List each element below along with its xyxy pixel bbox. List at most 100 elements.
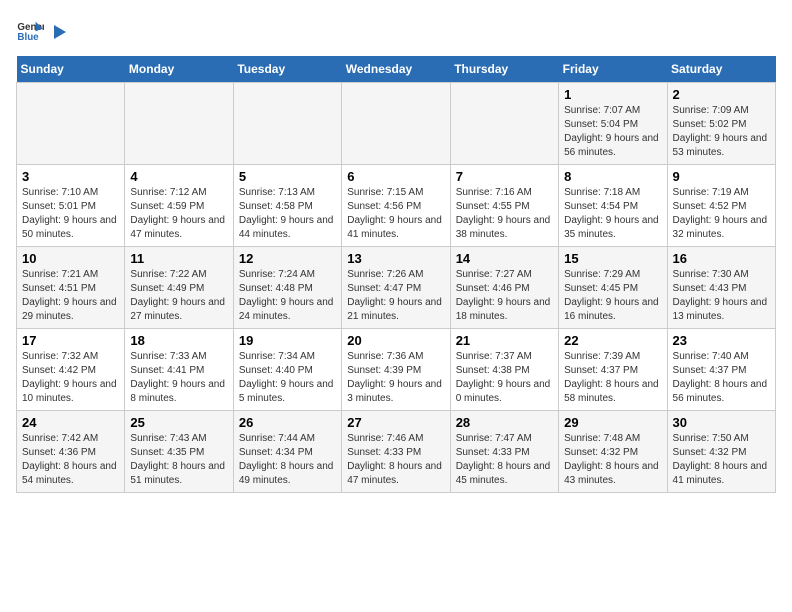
day-info: Sunrise: 7:22 AM Sunset: 4:49 PM Dayligh… bbox=[130, 268, 227, 324]
calendar-cell bbox=[450, 83, 558, 165]
day-number: 28 bbox=[456, 415, 553, 430]
day-info: Sunrise: 7:21 AM Sunset: 4:51 PM Dayligh… bbox=[22, 268, 119, 324]
day-info: Sunrise: 7:09 AM Sunset: 5:02 PM Dayligh… bbox=[673, 104, 770, 160]
day-header-thursday: Thursday bbox=[450, 56, 558, 83]
calendar-cell: 17 Sunrise: 7:32 AM Sunset: 4:42 PM Dayli… bbox=[17, 329, 125, 411]
day-info: Sunrise: 7:34 AM Sunset: 4:40 PM Dayligh… bbox=[239, 350, 336, 406]
day-info: Sunrise: 7:18 AM Sunset: 4:54 PM Dayligh… bbox=[564, 186, 661, 242]
calendar-cell: 21 Sunrise: 7:37 AM Sunset: 4:38 PM Dayli… bbox=[450, 329, 558, 411]
calendar-cell: 11 Sunrise: 7:22 AM Sunset: 4:49 PM Dayli… bbox=[125, 247, 233, 329]
calendar-cell: 12 Sunrise: 7:24 AM Sunset: 4:48 PM Dayli… bbox=[233, 247, 341, 329]
day-info: Sunrise: 7:10 AM Sunset: 5:01 PM Dayligh… bbox=[22, 186, 119, 242]
day-info: Sunrise: 7:33 AM Sunset: 4:41 PM Dayligh… bbox=[130, 350, 227, 406]
calendar-table: SundayMondayTuesdayWednesdayThursdayFrid… bbox=[16, 56, 776, 493]
day-info: Sunrise: 7:27 AM Sunset: 4:46 PM Dayligh… bbox=[456, 268, 553, 324]
calendar-cell: 7 Sunrise: 7:16 AM Sunset: 4:55 PM Daylig… bbox=[450, 165, 558, 247]
calendar-cell: 16 Sunrise: 7:30 AM Sunset: 4:43 PM Dayli… bbox=[667, 247, 775, 329]
day-number: 2 bbox=[673, 87, 770, 102]
day-number: 9 bbox=[673, 169, 770, 184]
calendar-cell: 15Sunrise: 7:29 AM Sunset: 4:45 PM Dayli… bbox=[559, 247, 667, 329]
calendar-cell bbox=[17, 83, 125, 165]
calendar-cell: 22Sunrise: 7:39 AM Sunset: 4:37 PM Dayli… bbox=[559, 329, 667, 411]
day-info: Sunrise: 7:26 AM Sunset: 4:47 PM Dayligh… bbox=[347, 268, 444, 324]
logo-icon: General Blue bbox=[16, 16, 44, 44]
day-number: 15 bbox=[564, 251, 661, 266]
day-info: Sunrise: 7:46 AM Sunset: 4:33 PM Dayligh… bbox=[347, 432, 444, 488]
day-info: Sunrise: 7:44 AM Sunset: 4:34 PM Dayligh… bbox=[239, 432, 336, 488]
day-info: Sunrise: 7:12 AM Sunset: 4:59 PM Dayligh… bbox=[130, 186, 227, 242]
day-number: 30 bbox=[673, 415, 770, 430]
day-number: 22 bbox=[564, 333, 661, 348]
calendar-cell: 19 Sunrise: 7:34 AM Sunset: 4:40 PM Dayli… bbox=[233, 329, 341, 411]
day-number: 16 bbox=[673, 251, 770, 266]
calendar-cell: 3 Sunrise: 7:10 AM Sunset: 5:01 PM Daylig… bbox=[17, 165, 125, 247]
calendar-cell: 6Sunrise: 7:15 AM Sunset: 4:56 PM Daylig… bbox=[342, 165, 450, 247]
day-number: 14 bbox=[456, 251, 553, 266]
calendar-cell: 8 Sunrise: 7:18 AM Sunset: 4:54 PM Daylig… bbox=[559, 165, 667, 247]
calendar-cell: 4 Sunrise: 7:12 AM Sunset: 4:59 PM Daylig… bbox=[125, 165, 233, 247]
day-number: 18 bbox=[130, 333, 227, 348]
calendar-cell: 23 Sunrise: 7:40 AM Sunset: 4:37 PM Dayli… bbox=[667, 329, 775, 411]
calendar-cell: 20 Sunrise: 7:36 AM Sunset: 4:39 PM Dayli… bbox=[342, 329, 450, 411]
calendar-cell: 13 Sunrise: 7:26 AM Sunset: 4:47 PM Dayli… bbox=[342, 247, 450, 329]
day-number: 13 bbox=[347, 251, 444, 266]
day-info: Sunrise: 7:36 AM Sunset: 4:39 PM Dayligh… bbox=[347, 350, 444, 406]
day-number: 10 bbox=[22, 251, 119, 266]
day-number: 19 bbox=[239, 333, 336, 348]
day-number: 11 bbox=[130, 251, 227, 266]
calendar-cell bbox=[233, 83, 341, 165]
day-info: Sunrise: 7:19 AM Sunset: 4:52 PM Dayligh… bbox=[673, 186, 770, 242]
day-header-saturday: Saturday bbox=[667, 56, 775, 83]
day-number: 26 bbox=[239, 415, 336, 430]
calendar-cell: 27 Sunrise: 7:46 AM Sunset: 4:33 PM Dayli… bbox=[342, 411, 450, 493]
day-number: 27 bbox=[347, 415, 444, 430]
day-info: Sunrise: 7:15 AM Sunset: 4:56 PM Dayligh… bbox=[347, 186, 444, 242]
logo-arrow-icon bbox=[50, 23, 68, 41]
day-header-sunday: Sunday bbox=[17, 56, 125, 83]
header: General Blue bbox=[16, 16, 776, 44]
day-info: Sunrise: 7:37 AM Sunset: 4:38 PM Dayligh… bbox=[456, 350, 553, 406]
day-number: 21 bbox=[456, 333, 553, 348]
day-info: Sunrise: 7:50 AM Sunset: 4:32 PM Dayligh… bbox=[673, 432, 770, 488]
day-number: 20 bbox=[347, 333, 444, 348]
day-info: Sunrise: 7:16 AM Sunset: 4:55 PM Dayligh… bbox=[456, 186, 553, 242]
day-number: 1 bbox=[564, 87, 661, 102]
day-number: 8 bbox=[564, 169, 661, 184]
day-number: 17 bbox=[22, 333, 119, 348]
calendar-cell: 29 Sunrise: 7:48 AM Sunset: 4:32 PM Dayli… bbox=[559, 411, 667, 493]
calendar-cell bbox=[342, 83, 450, 165]
calendar-cell: 28 Sunrise: 7:47 AM Sunset: 4:33 PM Dayli… bbox=[450, 411, 558, 493]
day-info: Sunrise: 7:32 AM Sunset: 4:42 PM Dayligh… bbox=[22, 350, 119, 406]
day-info: Sunrise: 7:40 AM Sunset: 4:37 PM Dayligh… bbox=[673, 350, 770, 406]
day-info: Sunrise: 7:24 AM Sunset: 4:48 PM Dayligh… bbox=[239, 268, 336, 324]
calendar-cell: 14 Sunrise: 7:27 AM Sunset: 4:46 PM Dayli… bbox=[450, 247, 558, 329]
day-info: Sunrise: 7:13 AM Sunset: 4:58 PM Dayligh… bbox=[239, 186, 336, 242]
day-info: Sunrise: 7:47 AM Sunset: 4:33 PM Dayligh… bbox=[456, 432, 553, 488]
day-info: Sunrise: 7:07 AM Sunset: 5:04 PM Dayligh… bbox=[564, 104, 661, 160]
day-info: Sunrise: 7:30 AM Sunset: 4:43 PM Dayligh… bbox=[673, 268, 770, 324]
svg-text:Blue: Blue bbox=[17, 32, 39, 43]
calendar-cell: 24 Sunrise: 7:42 AM Sunset: 4:36 PM Dayli… bbox=[17, 411, 125, 493]
day-info: Sunrise: 7:48 AM Sunset: 4:32 PM Dayligh… bbox=[564, 432, 661, 488]
day-number: 7 bbox=[456, 169, 553, 184]
calendar-cell: 26 Sunrise: 7:44 AM Sunset: 4:34 PM Dayli… bbox=[233, 411, 341, 493]
calendar-cell bbox=[125, 83, 233, 165]
day-header-tuesday: Tuesday bbox=[233, 56, 341, 83]
day-number: 24 bbox=[22, 415, 119, 430]
calendar-cell: 2 Sunrise: 7:09 AM Sunset: 5:02 PM Daylig… bbox=[667, 83, 775, 165]
day-number: 4 bbox=[130, 169, 227, 184]
calendar-cell: 5 Sunrise: 7:13 AM Sunset: 4:58 PM Daylig… bbox=[233, 165, 341, 247]
calendar-cell: 30 Sunrise: 7:50 AM Sunset: 4:32 PM Dayli… bbox=[667, 411, 775, 493]
day-header-monday: Monday bbox=[125, 56, 233, 83]
day-header-friday: Friday bbox=[559, 56, 667, 83]
day-number: 3 bbox=[22, 169, 119, 184]
day-number: 29 bbox=[564, 415, 661, 430]
day-number: 5 bbox=[239, 169, 336, 184]
day-number: 23 bbox=[673, 333, 770, 348]
calendar-cell: 10 Sunrise: 7:21 AM Sunset: 4:51 PM Dayli… bbox=[17, 247, 125, 329]
day-info: Sunrise: 7:43 AM Sunset: 4:35 PM Dayligh… bbox=[130, 432, 227, 488]
day-number: 12 bbox=[239, 251, 336, 266]
day-info: Sunrise: 7:42 AM Sunset: 4:36 PM Dayligh… bbox=[22, 432, 119, 488]
logo: General Blue bbox=[16, 16, 68, 44]
calendar-cell: 9 Sunrise: 7:19 AM Sunset: 4:52 PM Daylig… bbox=[667, 165, 775, 247]
